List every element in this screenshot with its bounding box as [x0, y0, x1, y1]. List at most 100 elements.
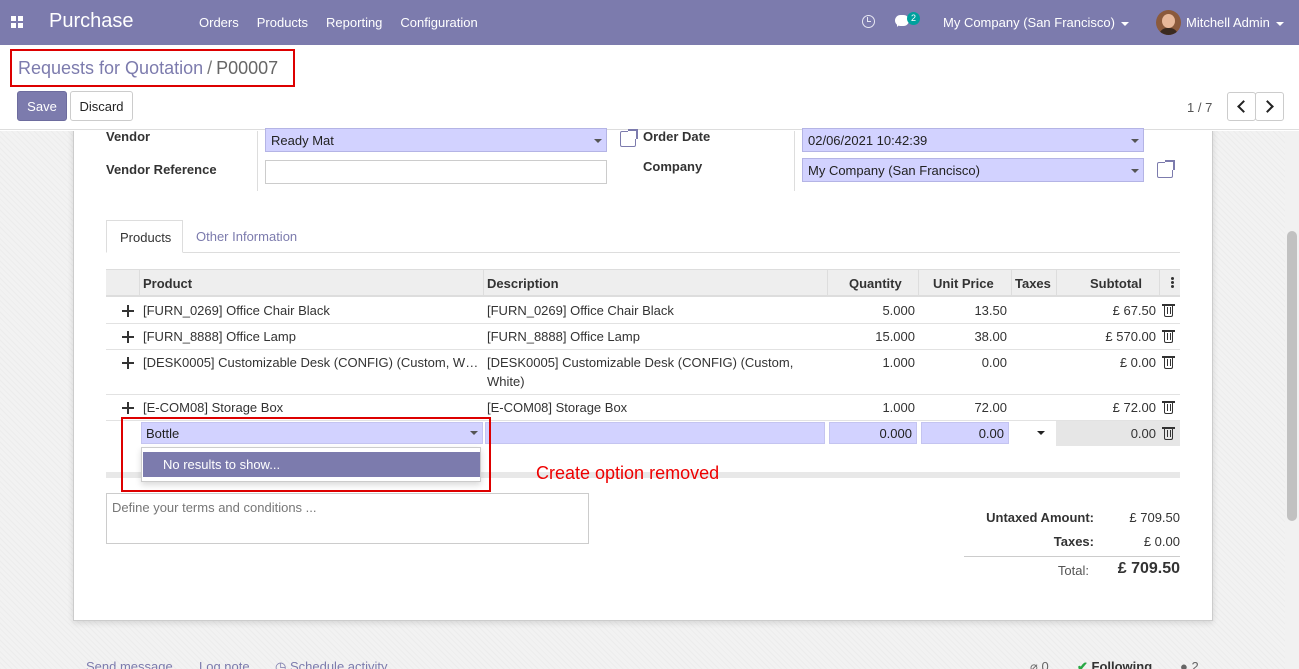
log-note-button[interactable]: Log note: [199, 659, 250, 669]
col-quantity[interactable]: Quantity: [849, 276, 902, 291]
pager-value[interactable]: 1 / 7: [1187, 100, 1212, 115]
col-taxes[interactable]: Taxes: [1015, 276, 1051, 291]
company-field[interactable]: My Company (San Francisco): [802, 158, 1144, 182]
cell-subtotal: £ 0.00: [1119, 355, 1156, 370]
drag-handle-icon[interactable]: [122, 331, 134, 343]
tab-other-information[interactable]: Other Information: [183, 220, 310, 253]
cell-unit-price: 0.00: [981, 355, 1007, 370]
company-switcher[interactable]: My Company (San Francisco): [943, 15, 1129, 30]
quantity-edit-input[interactable]: 0.000: [829, 422, 917, 444]
col-description[interactable]: Description: [487, 276, 559, 291]
col-unit-price[interactable]: Unit Price: [933, 276, 994, 291]
menu-reporting[interactable]: Reporting: [326, 15, 382, 30]
pager-next-button[interactable]: [1255, 92, 1284, 121]
menu-products[interactable]: Products: [257, 15, 308, 30]
pager-previous-button[interactable]: [1227, 92, 1256, 121]
cell-description: [DESK0005] Customizable Desk (CONFIG) (C…: [487, 355, 794, 370]
save-button[interactable]: Save: [17, 91, 67, 121]
terms-conditions-input[interactable]: Define your terms and conditions ...: [106, 493, 589, 544]
description-edit-input[interactable]: [485, 422, 825, 444]
taxes-edit-input[interactable]: [1011, 422, 1055, 444]
total-label: Total:: [1057, 563, 1089, 578]
vendor-reference-input[interactable]: [265, 160, 607, 184]
menu-orders[interactable]: Orders: [199, 15, 239, 30]
header-divider: [139, 270, 140, 296]
discard-button[interactable]: Discard: [70, 91, 133, 121]
menu-configuration[interactable]: Configuration: [400, 15, 477, 30]
taxes-value: £ 0.00: [1143, 534, 1180, 549]
cell-unit-price: 38.00: [974, 329, 1007, 344]
order-date-label: Order Date: [643, 129, 711, 144]
cell-description: [E-COM08] Storage Box: [487, 400, 628, 415]
order-date-value: 02/06/2021 10:42:39: [808, 133, 928, 148]
top-navbar: Purchase Orders Products Reporting Confi…: [0, 0, 1299, 45]
taxes-label: Taxes:: [1053, 534, 1094, 549]
drag-handle-icon[interactable]: [122, 402, 134, 414]
breadcrumb-separator: /: [207, 58, 213, 78]
vendor-field[interactable]: Ready Mat: [265, 128, 607, 152]
delete-line-icon[interactable]: [1162, 427, 1175, 440]
app-title[interactable]: Purchase: [49, 10, 134, 33]
caret-down-icon: [1120, 21, 1129, 26]
cell-quantity: 1.000: [882, 355, 915, 370]
chevron-left-icon: [1237, 100, 1250, 113]
table-row[interactable]: [DESK0005] Customizable Desk (CONFIG) (C…: [106, 350, 1180, 395]
external-link-icon[interactable]: [620, 129, 638, 147]
delete-line-icon[interactable]: [1162, 330, 1175, 343]
user-menu[interactable]: Mitchell Admin: [1186, 15, 1284, 30]
following-button[interactable]: ✔ Following: [1077, 659, 1152, 669]
header-divider: [483, 270, 484, 296]
user-avatar[interactable]: [1156, 10, 1181, 35]
activity-clock-icon[interactable]: [862, 15, 875, 28]
external-link-icon[interactable]: [1157, 160, 1175, 178]
table-row[interactable]: [FURN_0269] Office Chair Black [FURN_026…: [106, 298, 1180, 324]
col-product[interactable]: Product: [143, 276, 192, 291]
company-value: My Company (San Francisco): [808, 163, 980, 178]
caret-down-icon: [1131, 139, 1139, 143]
cell-description-line2: White): [487, 374, 525, 389]
unit-price-edit-input[interactable]: 0.00: [921, 422, 1009, 444]
order-date-field[interactable]: 02/06/2021 10:42:39: [802, 128, 1144, 152]
caret-down-icon: [1037, 431, 1045, 435]
col-subtotal[interactable]: Subtotal: [1090, 276, 1142, 291]
breadcrumb-parent[interactable]: Requests for Quotation: [18, 58, 203, 78]
followers-count: 2: [1191, 659, 1199, 669]
cell-product: [E-COM08] Storage Box: [143, 400, 284, 415]
breadcrumb-current: P00007: [216, 58, 279, 78]
page-scrollbar[interactable]: [1285, 131, 1299, 669]
header-divider: [918, 270, 919, 296]
caret-down-icon: [594, 139, 602, 143]
vendor-reference-label: Vendor Reference: [106, 162, 217, 177]
send-message-button[interactable]: Send message: [86, 659, 173, 669]
cell-quantity: 15.000: [875, 329, 915, 344]
cell-product: [DESK0005] Customizable Desk (CONFIG) (C…: [143, 355, 479, 370]
chat-count-badge: 2: [907, 12, 921, 25]
drag-handle-icon[interactable]: [122, 305, 134, 317]
drag-handle-icon[interactable]: [122, 357, 134, 369]
subtotal-edit-value: 0.00: [1130, 426, 1156, 441]
schedule-activity-button[interactable]: ◷ Schedule activity: [275, 659, 388, 669]
delete-line-icon[interactable]: [1162, 401, 1175, 414]
attachments-button[interactable]: ⌀ 0: [1030, 659, 1049, 669]
cell-subtotal: £ 67.50: [1112, 303, 1156, 318]
user-name: Mitchell Admin: [1186, 15, 1270, 30]
scrollbar-thumb[interactable]: [1287, 231, 1297, 521]
company-switcher-label: My Company (San Francisco): [943, 15, 1115, 30]
total-value: £ 709.50: [1117, 560, 1180, 577]
header-divider: [1056, 270, 1057, 296]
delete-line-icon[interactable]: [1162, 304, 1175, 317]
untaxed-amount-label: Untaxed Amount:: [986, 510, 1094, 525]
clock-icon: ◷: [275, 659, 290, 669]
followers-button[interactable]: ● 2: [1180, 659, 1199, 669]
apps-menu-icon[interactable]: [11, 16, 23, 28]
delete-line-icon[interactable]: [1162, 356, 1175, 369]
header-divider: [827, 270, 828, 296]
cell-quantity: 5.000: [882, 303, 915, 318]
table-row[interactable]: [FURN_8888] Office Lamp [FURN_8888] Offi…: [106, 324, 1180, 350]
untaxed-amount-value: £ 709.50: [1129, 510, 1180, 525]
user-icon: ●: [1180, 659, 1192, 669]
column-options-icon[interactable]: [1171, 277, 1174, 288]
cell-description: [FURN_8888] Office Lamp: [487, 329, 640, 344]
breadcrumb: Requests for Quotation / P00007: [18, 58, 278, 79]
tab-products[interactable]: Products: [106, 220, 183, 253]
